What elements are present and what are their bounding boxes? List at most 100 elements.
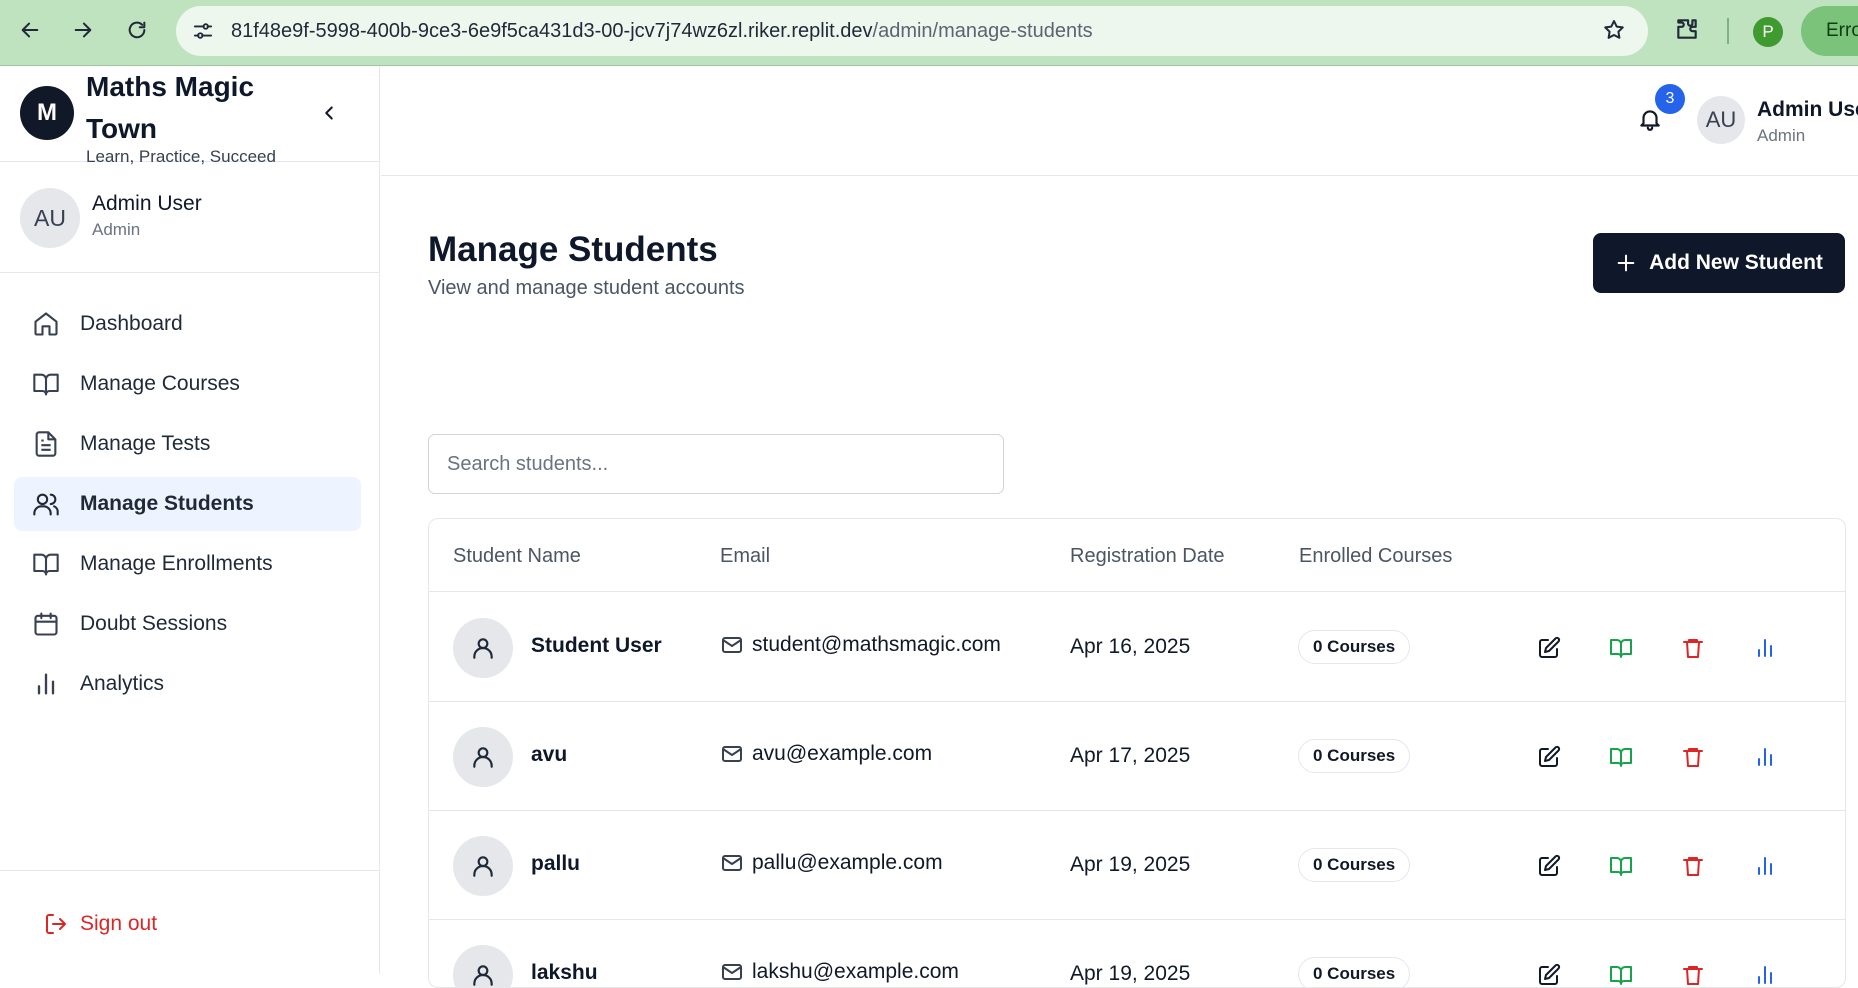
profile-avatar[interactable]: P (1753, 17, 1783, 47)
sidebar-item-label: Manage Courses (80, 372, 240, 395)
enroll-book-icon[interactable] (1606, 960, 1636, 987)
home-icon (34, 312, 58, 336)
topbar-user-name: Admin User (1757, 98, 1858, 121)
sidebar-item-label: Dashboard (80, 312, 183, 335)
users-icon (33, 493, 59, 516)
student-avatar-icon (453, 727, 513, 787)
registration-date: Apr 17, 2025 (1070, 744, 1191, 767)
student-avatar-icon (453, 836, 513, 896)
student-name: pallu (531, 852, 581, 875)
analytics-bar-icon[interactable] (1750, 633, 1780, 663)
sidebar-item-manage-tests[interactable]: Manage Tests (14, 417, 361, 471)
top-bar: 3 AU Admin User Admin (381, 66, 1858, 176)
mail-icon (720, 851, 744, 875)
sidebar-item-doubt-sessions[interactable]: Doubt Sessions (14, 597, 361, 651)
url-text: 81f48e9f-5998-400b-9ce3-6e9f5ca431d3-00-… (231, 20, 1093, 43)
edit-icon[interactable] (1534, 633, 1564, 663)
sidebar-menu: Dashboard Manage Courses Manage Tests Ma… (14, 297, 361, 717)
sidebar-item-manage-students[interactable]: Manage Students (14, 477, 361, 531)
delete-trash-icon[interactable] (1678, 851, 1708, 881)
bookmark-star-icon[interactable] (1602, 18, 1626, 47)
back-icon[interactable] (15, 15, 45, 45)
student-email-text: lakshu@example.com (752, 960, 959, 983)
sign-out-button[interactable]: Sign out (44, 912, 157, 936)
topbar-user-role: Admin (1757, 126, 1806, 145)
delete-trash-icon[interactable] (1678, 960, 1708, 987)
sidebar-item-analytics[interactable]: Analytics (14, 657, 361, 711)
analytics-bar-icon[interactable] (1750, 851, 1780, 881)
sidebar: M Maths Magic Town Learn, Practice, Succ… (0, 66, 380, 974)
error-button[interactable]: Erro (1801, 6, 1858, 56)
site-settings-icon[interactable] (190, 19, 216, 43)
mail-icon (720, 960, 744, 984)
add-new-student-label: Add New Student (1649, 251, 1823, 274)
column-header-registration-date[interactable]: Registration Date (1070, 545, 1225, 568)
book-icon (33, 553, 59, 576)
student-email-text: pallu@example.com (752, 851, 943, 874)
column-header-email[interactable]: Email (720, 545, 770, 568)
extensions-icon[interactable] (1674, 16, 1700, 47)
student-name: Student User (531, 634, 662, 657)
enroll-book-icon[interactable] (1606, 633, 1636, 663)
collapse-sidebar-icon[interactable] (318, 102, 340, 129)
book-icon (33, 373, 59, 396)
edit-icon[interactable] (1534, 960, 1564, 987)
registration-date: Apr 19, 2025 (1070, 853, 1191, 876)
sidebar-item-manage-courses[interactable]: Manage Courses (14, 357, 361, 411)
sidebar-item-label: Manage Students (80, 492, 254, 515)
delete-trash-icon[interactable] (1678, 633, 1708, 663)
student-email: pallu@example.com (720, 851, 943, 875)
url-path: /admin/manage-students (872, 20, 1093, 42)
file-text-icon (35, 431, 57, 457)
table-header: Student Name Email Registration Date Enr… (429, 519, 1845, 592)
enrolled-courses-badge: 0 Courses (1298, 630, 1411, 664)
table-row: pallu pallu@example.com Apr 19, 2025 0 Cour… (429, 811, 1845, 920)
student-email: avu@example.com (720, 742, 932, 766)
analytics-bar-icon[interactable] (1750, 742, 1780, 772)
sidebar-item-label: Manage Enrollments (80, 552, 273, 575)
plus-icon (1617, 254, 1635, 272)
student-name: avu (531, 743, 568, 766)
log-out-icon (46, 914, 66, 934)
sign-out-label: Sign out (80, 912, 158, 935)
page-title: Manage Students (428, 230, 718, 269)
enrolled-courses-badge: 0 Courses (1298, 957, 1411, 987)
analytics-bar-icon[interactable] (1750, 960, 1780, 987)
forward-icon[interactable] (68, 15, 98, 45)
table-row: avu avu@example.com Apr 17, 2025 0 Courses (429, 702, 1845, 811)
enrolled-courses-badge: 0 Courses (1298, 848, 1411, 882)
divider (0, 870, 379, 871)
enrolled-courses-badge: 0 Courses (1298, 739, 1411, 773)
search-input[interactable] (428, 434, 1004, 494)
mail-icon (720, 742, 744, 766)
edit-icon[interactable] (1534, 851, 1564, 881)
student-email-text: avu@example.com (752, 742, 933, 765)
enroll-book-icon[interactable] (1606, 851, 1636, 881)
sidebar-item-label: Analytics (80, 672, 165, 695)
add-new-student-button[interactable]: Add New Student (1593, 233, 1845, 293)
brand-header: M Maths Magic Town Learn, Practice, Succ… (0, 66, 379, 166)
student-avatar-icon (453, 945, 513, 987)
notifications-bell-icon[interactable] (1637, 106, 1663, 137)
column-header-enrolled-courses[interactable]: Enrolled Courses (1299, 545, 1452, 568)
sidebar-user: AU Admin User Admin (0, 163, 379, 273)
registration-date: Apr 16, 2025 (1070, 635, 1191, 658)
toolbar-divider (1727, 18, 1729, 44)
enroll-book-icon[interactable] (1606, 742, 1636, 772)
bar-chart-icon (37, 673, 55, 695)
avatar: AU (1697, 96, 1745, 144)
reload-icon[interactable] (122, 15, 152, 45)
student-email: student@mathsmagic.com (720, 633, 1001, 657)
column-header-student-name[interactable]: Student Name (453, 545, 581, 568)
registration-date: Apr 19, 2025 (1070, 962, 1191, 985)
student-avatar-icon (453, 618, 513, 678)
sidebar-item-label: Manage Tests (80, 432, 211, 455)
sidebar-item-dashboard[interactable]: Dashboard (14, 297, 361, 351)
delete-trash-icon[interactable] (1678, 742, 1708, 772)
student-email-text: student@mathsmagic.com (752, 633, 1001, 656)
sidebar-item-manage-enrollments[interactable]: Manage Enrollments (14, 537, 361, 591)
address-bar[interactable]: 81f48e9f-5998-400b-9ce3-6e9f5ca431d3-00-… (176, 6, 1648, 56)
edit-icon[interactable] (1534, 742, 1564, 772)
brand-logo: M (20, 86, 74, 140)
student-name: lakshu (531, 961, 598, 984)
